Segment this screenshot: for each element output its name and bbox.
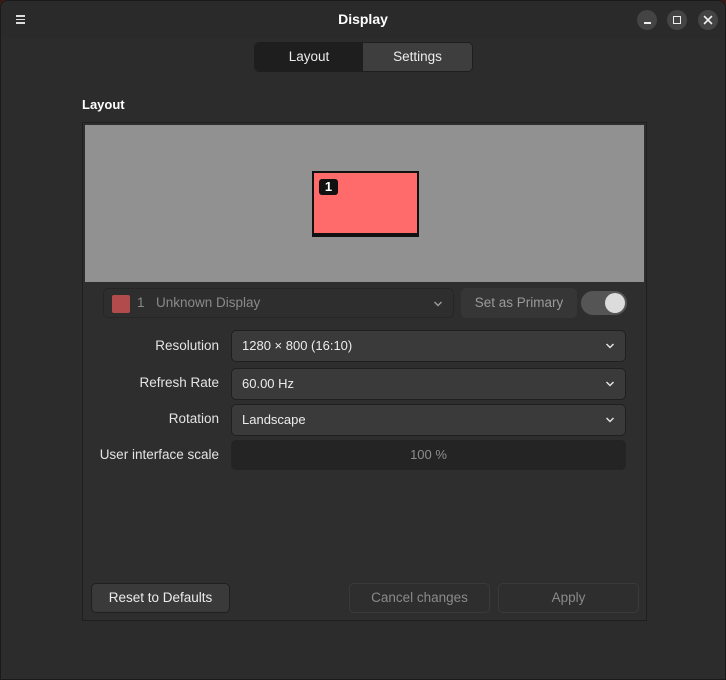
display-name: Unknown Display	[156, 295, 261, 310]
display-enabled-toggle[interactable]	[581, 291, 627, 315]
monitor-number-badge: 1	[319, 179, 338, 195]
apply-button[interactable]: Apply	[498, 583, 639, 613]
tab-layout[interactable]: Layout	[255, 43, 363, 71]
display-selector[interactable]: 1 Unknown Display	[103, 288, 454, 318]
ui-scale-label: User interface scale	[99, 447, 219, 462]
minimize-icon	[644, 22, 651, 24]
rotation-value: Landscape	[242, 412, 306, 427]
display-window: Display Layout Settings Layout 1 1 Unkno…	[0, 0, 726, 680]
monitor-preview[interactable]: 1	[312, 171, 419, 237]
display-number: 1	[137, 295, 145, 310]
titlebar: Display	[1, 1, 725, 39]
tab-settings[interactable]: Settings	[363, 43, 472, 71]
rotation-label: Rotation	[168, 411, 219, 426]
rotation-dropdown[interactable]: Landscape	[231, 404, 626, 436]
chevron-down-icon	[605, 417, 615, 423]
resolution-dropdown[interactable]: 1280 × 800 (16:10)	[231, 330, 626, 362]
maximize-button[interactable]	[667, 10, 687, 30]
layout-panel: 1 1 Unknown Display Set as Primary Resol…	[82, 122, 647, 621]
refresh-rate-dropdown[interactable]: 60.00 Hz	[231, 368, 626, 400]
chevron-down-icon	[605, 381, 615, 387]
toggle-knob	[605, 293, 625, 313]
refresh-rate-value: 60.00 Hz	[242, 376, 295, 391]
maximize-icon	[673, 16, 681, 24]
close-button[interactable]	[698, 10, 718, 30]
section-title: Layout	[82, 97, 125, 112]
chevron-down-icon	[605, 343, 615, 349]
refresh-rate-label: Refresh Rate	[139, 375, 219, 390]
window-title: Display	[338, 11, 388, 27]
arrangement-canvas: 1	[85, 125, 644, 282]
cancel-changes-button[interactable]: Cancel changes	[349, 583, 490, 613]
minimize-button[interactable]	[637, 10, 657, 30]
reset-defaults-button[interactable]: Reset to Defaults	[91, 583, 230, 613]
resolution-label: Resolution	[155, 338, 219, 353]
display-color-swatch	[112, 295, 130, 313]
ui-scale-selector[interactable]: 100 %	[231, 440, 626, 470]
view-switcher: Layout Settings	[254, 42, 473, 72]
resolution-value: 1280 × 800 (16:10)	[242, 338, 353, 353]
set-primary-button[interactable]: Set as Primary	[461, 288, 577, 318]
close-icon	[703, 15, 713, 25]
chevron-down-icon	[433, 301, 443, 307]
